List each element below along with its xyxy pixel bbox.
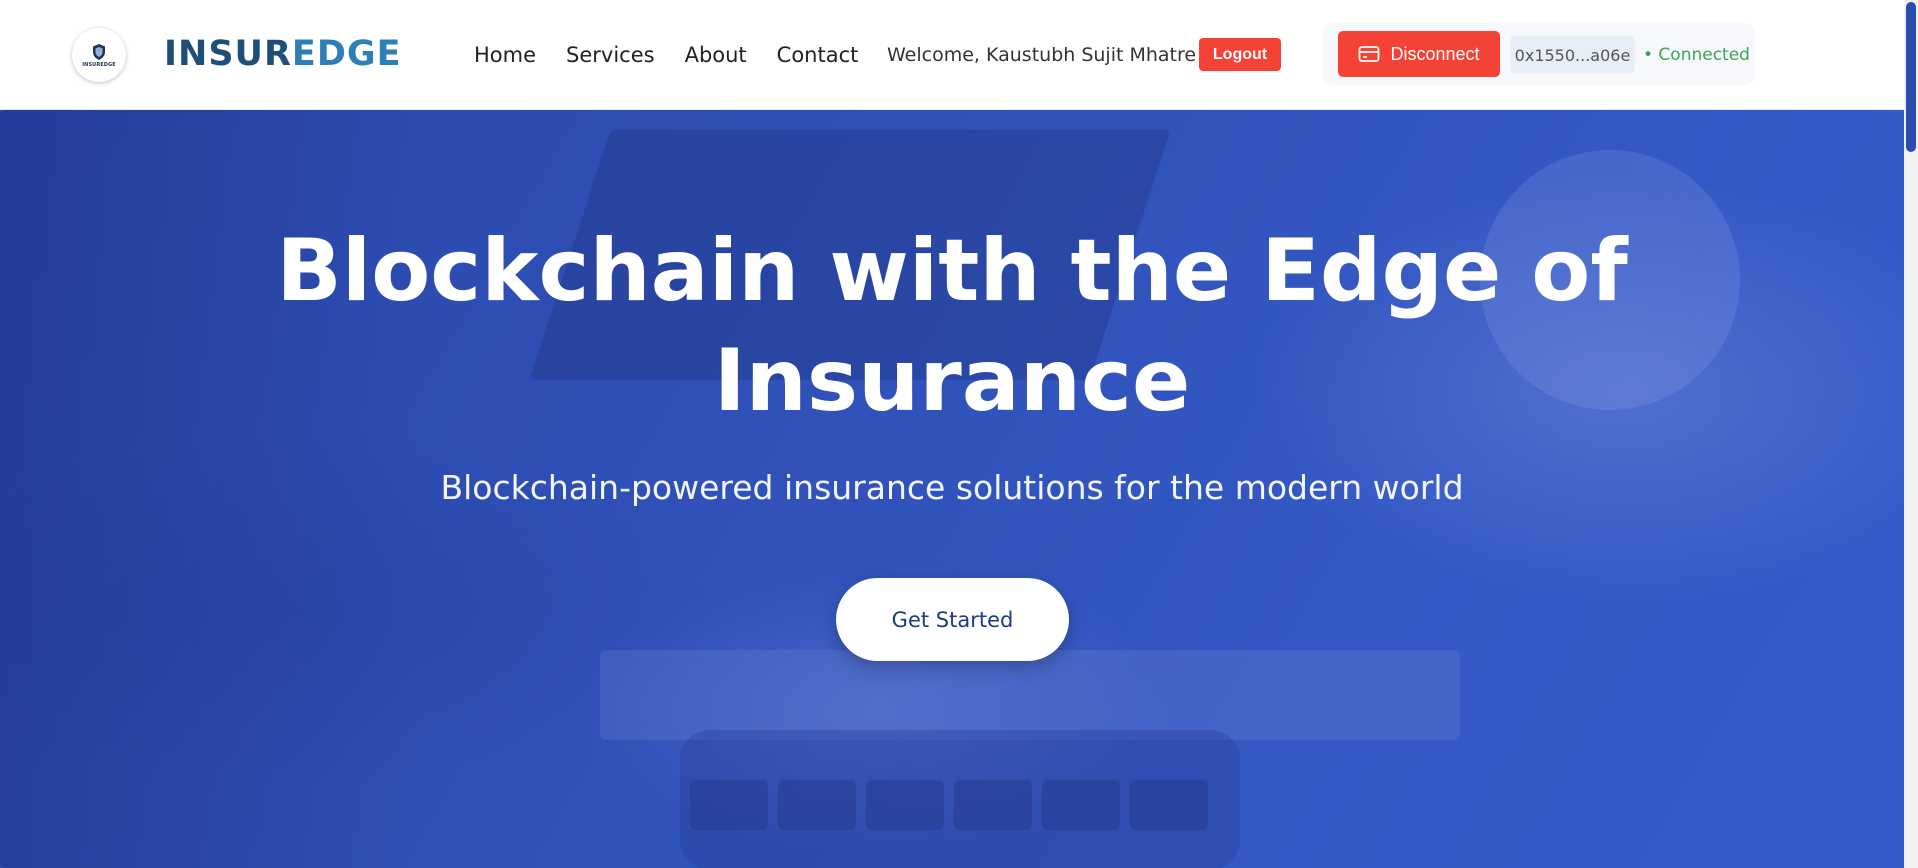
brand-logo[interactable]: INSUREDGE: [72, 28, 126, 82]
wallet-address: 0x1550...a06e: [1510, 36, 1635, 74]
hero-title-line2: Insurance: [713, 331, 1191, 431]
brand-name-part2: EDGE: [291, 34, 402, 74]
hero-title: Blockchain with the Edge of Insurance: [252, 216, 1652, 436]
page-scrollbar[interactable]: [1904, 0, 1918, 868]
nav-about[interactable]: About: [685, 40, 747, 70]
get-started-button[interactable]: Get Started: [836, 578, 1069, 661]
site-header: INSUREDGE INSUREDGE Home Services About …: [0, 0, 1904, 110]
nav-home[interactable]: Home: [474, 40, 536, 70]
hero-background-desk: [600, 650, 1460, 740]
brand-name-part1: INSUR: [164, 34, 292, 74]
scrollbar-thumb[interactable]: [1906, 2, 1916, 152]
connection-status: • Connected: [1643, 45, 1750, 65]
nav-contact[interactable]: Contact: [777, 40, 859, 70]
hero-background-keys: [690, 780, 1208, 830]
hero-section: Blockchain with the Edge of Insurance Bl…: [0, 110, 1904, 868]
logout-button[interactable]: Logout: [1199, 38, 1281, 71]
welcome-text: Welcome, Kaustubh Sujit Mhatre: [887, 44, 1197, 66]
wallet-icon: [1359, 46, 1380, 62]
hero-title-line1: Blockchain with the Edge of: [276, 221, 1628, 321]
disconnect-label: Disconnect: [1390, 43, 1480, 64]
hero-subtitle: Blockchain-powered insurance solutions f…: [440, 468, 1464, 507]
shield-icon: [93, 43, 105, 60]
nav-services[interactable]: Services: [566, 40, 655, 70]
main-nav: Home Services About Contact: [474, 40, 888, 70]
disconnect-button[interactable]: Disconnect: [1338, 31, 1500, 77]
logo-text: INSUREDGE: [82, 61, 116, 68]
brand-name[interactable]: INSUREDGE: [164, 34, 402, 74]
